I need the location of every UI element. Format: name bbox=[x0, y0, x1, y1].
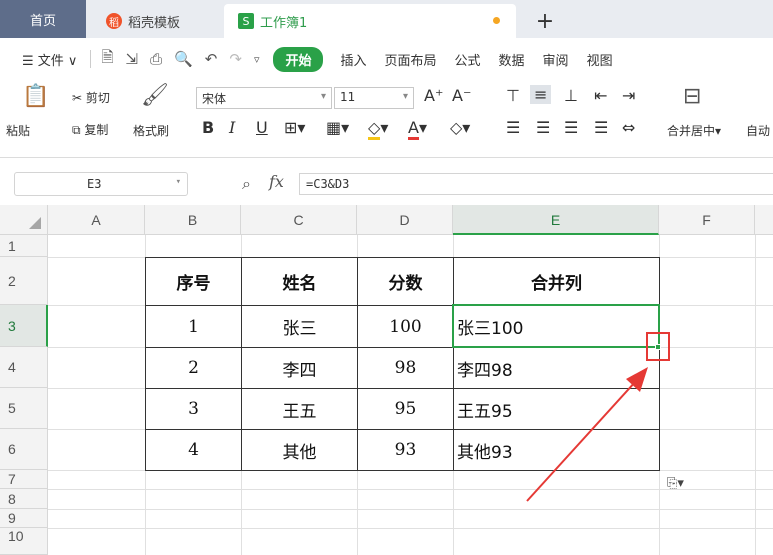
menu-formula[interactable]: 公式 bbox=[446, 50, 490, 69]
merge-center-label: 合并居中 bbox=[667, 124, 716, 138]
bold-icon[interactable]: B bbox=[202, 118, 214, 137]
font-name-value: 宋体 bbox=[202, 92, 227, 106]
annotation-arrow-icon bbox=[526, 367, 648, 502]
tab-home-label: 首页 bbox=[29, 13, 56, 29]
menu-data[interactable]: 数据 bbox=[490, 50, 534, 69]
align-bottom-icon[interactable]: ⊥ bbox=[564, 86, 578, 105]
zoom-formula-icon[interactable]: ⌕ bbox=[242, 174, 251, 194]
tab-template-label: 稻壳模板 bbox=[128, 15, 181, 31]
unsaved-dot-icon bbox=[493, 17, 500, 24]
print-preview-icon[interactable]: 🔍 bbox=[168, 50, 199, 68]
indent-decrease-icon[interactable]: ⇤ bbox=[594, 86, 607, 105]
paste-options-icon[interactable]: ⎘▾ bbox=[667, 476, 684, 491]
name-box-value: E3 bbox=[87, 177, 102, 191]
cut-button[interactable]: ✂ 剪切 bbox=[72, 89, 110, 106]
format-painter-button[interactable]: 格式刷 bbox=[133, 122, 169, 139]
cut-label: 剪切 bbox=[85, 91, 110, 105]
italic-icon[interactable]: I bbox=[229, 118, 235, 137]
paste-icon[interactable]: 📋 bbox=[22, 84, 49, 109]
format-painter-icon[interactable]: 🖌 bbox=[141, 83, 169, 108]
tab-home[interactable]: 首页 bbox=[0, 0, 86, 38]
clear-format-icon[interactable]: ◇▾ bbox=[450, 118, 470, 137]
tab-workbook-label: 工作簿1 bbox=[260, 15, 308, 31]
increase-font-icon[interactable]: A⁺ bbox=[424, 86, 443, 105]
new-tab-button[interactable]: + bbox=[532, 4, 558, 38]
font-color-icon[interactable]: A▾ bbox=[408, 118, 427, 140]
border-icon[interactable]: ⊞▾ bbox=[284, 118, 305, 137]
save-icon[interactable]: 🗎 bbox=[95, 47, 119, 72]
menu-bar: ☰ 文件 ∨ 🗎 ⇲ ⎙ 🔍 ↶ ↷ ▿ 开始 插入 页面布局 公式 数据 审阅… bbox=[0, 38, 773, 80]
justify-icon[interactable]: ☰ bbox=[594, 118, 608, 137]
align-right-icon[interactable]: ☰ bbox=[564, 118, 578, 137]
name-box[interactable]: E3 ▾ bbox=[14, 172, 188, 196]
tab-template[interactable]: 稻 稻壳模板 bbox=[92, 4, 220, 38]
chevron-down-icon: ▾ bbox=[320, 91, 326, 102]
font-size-value: 11 bbox=[340, 90, 356, 104]
formula-bar: E3 ▾ ⌕ fx =C3&D3 bbox=[0, 168, 773, 200]
docer-icon: 稻 bbox=[106, 13, 122, 29]
menu-review[interactable]: 审阅 bbox=[534, 50, 578, 69]
cell-style-icon[interactable]: ▦▾ bbox=[326, 118, 349, 137]
chevron-down-icon: ▾ bbox=[175, 177, 181, 187]
fill-color-icon[interactable]: ◇▾ bbox=[368, 118, 388, 140]
undo-icon[interactable]: ↶ bbox=[199, 50, 224, 68]
distributed-icon[interactable]: ⇔ bbox=[622, 118, 635, 137]
menu-page-layout[interactable]: 页面布局 bbox=[376, 50, 446, 69]
quick-access-dropdown-icon[interactable]: ▿ bbox=[248, 53, 266, 66]
decrease-font-icon[interactable]: A⁻ bbox=[452, 86, 471, 105]
menu-divider bbox=[90, 50, 92, 68]
align-left-icon[interactable]: ☰ bbox=[506, 118, 520, 137]
tab-workbook[interactable]: S 工作簿1 bbox=[224, 4, 516, 38]
print-icon[interactable]: ⎙ bbox=[144, 50, 168, 68]
formula-input[interactable]: =C3&D3 bbox=[299, 173, 773, 195]
font-size-select[interactable]: 11 ▾ bbox=[334, 87, 414, 109]
align-middle-icon[interactable]: ≡ bbox=[530, 85, 552, 104]
merge-center-button[interactable]: 合并居中▾ bbox=[667, 122, 721, 139]
indent-increase-icon[interactable]: ⇥ bbox=[622, 86, 635, 105]
scissors-icon: ✂ bbox=[72, 91, 86, 105]
paste-button[interactable]: 粘贴 bbox=[6, 122, 30, 139]
insert-function-icon[interactable]: fx bbox=[269, 172, 284, 191]
underline-icon[interactable]: U bbox=[256, 118, 268, 137]
merge-center-icon[interactable]: ⊟ bbox=[683, 84, 701, 109]
export-icon[interactable]: ⇲ bbox=[120, 50, 145, 68]
spreadsheet-icon: S bbox=[238, 13, 254, 29]
plus-icon: + bbox=[535, 8, 555, 34]
ribbon: 📋 粘贴 ✂ 剪切 ⧉ 复制 🖌 格式刷 宋体 ▾ 11 ▾ A⁺ A⁻ B I U… bbox=[0, 80, 773, 158]
copy-label: 复制 bbox=[84, 123, 109, 137]
redo-icon[interactable]: ↷ bbox=[223, 50, 248, 68]
copy-icon: ⧉ bbox=[72, 123, 85, 137]
align-top-icon[interactable]: ⊤ bbox=[506, 86, 520, 105]
align-center-icon[interactable]: ☰ bbox=[536, 118, 550, 137]
spreadsheet-grid[interactable]: A B C D E F 1 2 3 4 5 6 7 8 9 10 序号 姓名 分… bbox=[0, 205, 773, 555]
menu-file[interactable]: ☰ 文件 ∨ bbox=[0, 50, 86, 69]
menu-insert[interactable]: 插入 bbox=[331, 50, 375, 69]
menu-start[interactable]: 开始 bbox=[273, 46, 324, 72]
copy-button[interactable]: ⧉ 复制 bbox=[72, 121, 108, 138]
tab-bar: 首页 稻 稻壳模板 S 工作簿1 + bbox=[0, 0, 773, 38]
chevron-down-icon: ▾ bbox=[402, 91, 408, 102]
font-name-select[interactable]: 宋体 ▾ bbox=[196, 87, 332, 109]
auto-wrap-button[interactable]: 自动 bbox=[746, 122, 770, 139]
menu-view[interactable]: 视图 bbox=[578, 50, 622, 69]
